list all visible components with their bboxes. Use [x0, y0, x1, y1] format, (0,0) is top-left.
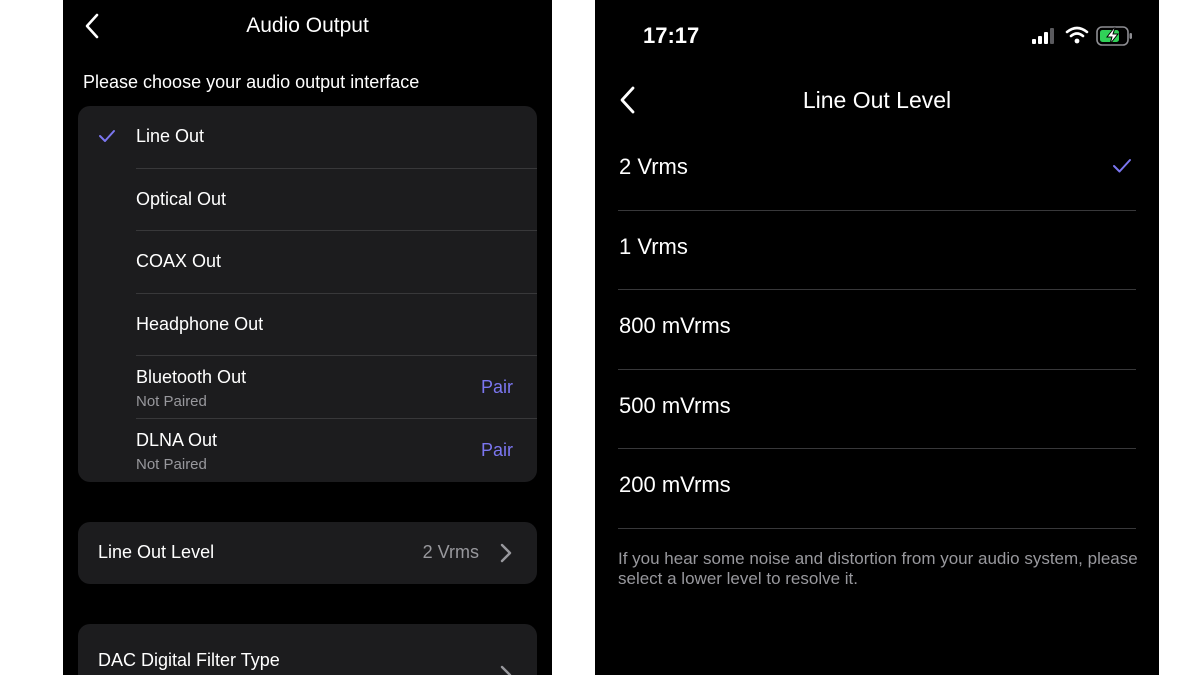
output-interface-list: Line Out Optical Out COAX Out Headphone …	[78, 106, 537, 482]
chevron-right-icon	[499, 664, 513, 675]
level-option-label: 500 mVrms	[619, 392, 731, 418]
output-option-label: Headphone Out	[136, 313, 264, 334]
output-option-coax-out[interactable]: COAX Out	[78, 231, 537, 294]
output-option-label: DLNA Out	[136, 430, 218, 450]
level-option-1-vrms[interactable]: 1 Vrms	[618, 211, 1136, 290]
line-out-level-row[interactable]: Line Out Level 2 Vrms	[78, 522, 537, 584]
dac-filter-label: DAC Digital Filter Type	[98, 650, 280, 670]
row-separator	[618, 527, 1136, 529]
page-title: Line Out Level	[802, 87, 952, 113]
checkmark-icon	[98, 128, 116, 144]
output-option-label: Line Out	[136, 126, 205, 146]
checkmark-icon	[1112, 157, 1132, 174]
bluetooth-pair-button[interactable]: Pair	[481, 377, 513, 398]
level-hint-text: If you hear some noise and distortion fr…	[618, 549, 1138, 588]
line-out-level-screen: 17:17 Line Out Level 2 Vrms 1 Vrms 800 m…	[595, 0, 1159, 675]
level-option-500-mvrms[interactable]: 500 mVrms	[618, 370, 1136, 449]
section-instruction: Please choose your audio output interfac…	[83, 72, 420, 92]
level-option-label: 1 Vrms	[619, 233, 688, 259]
dlna-pair-button[interactable]: Pair	[481, 440, 513, 461]
level-option-label: 200 mVrms	[619, 472, 731, 497]
level-option-800-mvrms[interactable]: 800 mVrms	[618, 290, 1136, 370]
chevron-right-icon	[499, 542, 513, 564]
wifi-icon	[1065, 25, 1089, 45]
output-option-label: Optical Out	[136, 188, 227, 209]
level-option-2-vrms[interactable]: 2 Vrms	[618, 131, 1136, 211]
level-option-label: 800 mVrms	[619, 313, 731, 338]
pairing-status: Not Paired	[136, 393, 207, 411]
line-out-level-label: Line Out Level	[98, 542, 215, 562]
level-option-200-mvrms[interactable]: 200 mVrms	[618, 449, 1136, 529]
line-out-level-value: 2 Vrms	[422, 542, 479, 562]
battery-charging-icon	[1096, 25, 1134, 47]
audio-output-screen: Audio Output Please choose your audio ou…	[63, 0, 552, 675]
pairing-status: Not Paired	[136, 456, 207, 473]
cellular-signal-icon	[1031, 27, 1055, 45]
output-option-label: COAX Out	[136, 251, 222, 272]
output-option-line-out[interactable]: Line Out	[78, 106, 537, 169]
status-bar-time: 17:17	[643, 23, 700, 48]
output-option-optical-out[interactable]: Optical Out	[78, 169, 537, 232]
page-title: Audio Output	[246, 14, 369, 37]
output-option-dlna-out[interactable]: DLNA Out Not Paired Pair	[78, 419, 537, 482]
level-option-label: 2 Vrms	[619, 154, 688, 179]
output-option-headphone-out[interactable]: Headphone Out	[78, 294, 537, 357]
dac-digital-filter-row[interactable]: DAC Digital Filter Type	[78, 624, 537, 675]
output-option-bluetooth-out[interactable]: Bluetooth Out Not Paired Pair	[78, 356, 537, 419]
output-option-label: Bluetooth Out	[136, 367, 247, 388]
